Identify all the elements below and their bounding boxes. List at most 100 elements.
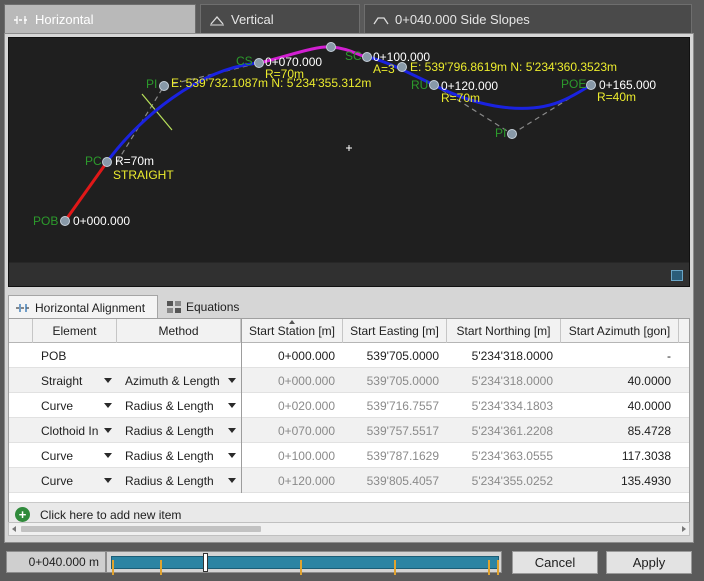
element-dropdown-icon[interactable] <box>99 368 117 393</box>
editor-tabs: Horizontal Alignment Equations <box>8 293 690 319</box>
scroll-thumb[interactable] <box>21 526 261 532</box>
table-row[interactable]: POB 0+000.000 539'705.0000 5'234'318.000… <box>9 343 689 368</box>
scroll-right-icon[interactable] <box>682 526 686 532</box>
pob-node[interactable] <box>60 216 70 226</box>
header-element[interactable]: Element <box>33 319 117 343</box>
cs-node[interactable] <box>254 58 264 68</box>
table-row[interactable]: Curve Radius & Length 0+120.000 539'805.… <box>9 468 689 493</box>
table-row[interactable]: Curve Radius & Length 0+020.000 539'716.… <box>9 393 689 418</box>
horizontal-scrollbar[interactable] <box>8 522 690 536</box>
header-start-station[interactable]: Start Station [m] <box>241 319 343 343</box>
cross-section-marker <box>141 93 173 131</box>
cell-easting: 539'705.0000 <box>366 348 439 363</box>
pi-label-1: PI <box>146 77 157 91</box>
ru-radius: R=70m <box>441 91 480 105</box>
alignment-panel: POB 0+000.000 PC R=70m STRAIGHT PI E: 53… <box>4 33 694 543</box>
cell-easting: 539'787.1629 <box>366 448 439 463</box>
pc-type: STRAIGHT <box>113 168 174 182</box>
ru-label: RU <box>411 78 428 92</box>
header-start-azimuth[interactable]: Start Azimuth [gon] <box>561 319 679 343</box>
add-item-label: Click here to add new item <box>40 507 182 522</box>
cell-easting: 539'805.4057 <box>366 473 439 488</box>
method-dropdown-icon[interactable] <box>223 368 241 393</box>
method-dropdown-icon[interactable] <box>223 468 241 493</box>
cancel-button[interactable]: Cancel <box>512 551 598 574</box>
pc-radius: R=70m <box>115 154 154 168</box>
station-field[interactable]: 0+040.000 m <box>6 551 106 573</box>
ru-node[interactable] <box>429 80 439 90</box>
crosshair-icon <box>346 145 352 151</box>
element-dropdown-icon[interactable] <box>99 468 117 493</box>
poe-label: POE <box>561 77 586 91</box>
alignment-table: Element Method Start Station [m] Start E… <box>8 318 690 532</box>
alignment-icon <box>15 301 31 315</box>
pi-node-2[interactable] <box>507 129 517 139</box>
equations-icon <box>166 300 182 314</box>
poe-node[interactable] <box>586 80 596 90</box>
view-tabs: Horizontal Vertical 0+040.000 Side Slope… <box>4 4 694 34</box>
header-indicator <box>9 319 33 343</box>
sc-label: SC <box>345 49 362 63</box>
tab-side-slopes-label: 0+040.000 Side Slopes <box>395 12 530 27</box>
header-method[interactable]: Method <box>117 319 241 343</box>
plan-view[interactable]: POB 0+000.000 PC R=70m STRAIGHT PI E: 53… <box>8 37 690 287</box>
straight-segment <box>63 161 109 222</box>
cell-easting: 539'757.5517 <box>366 423 439 438</box>
slider-tick <box>112 560 114 575</box>
element-dropdown-icon[interactable] <box>99 393 117 418</box>
element-dropdown-icon[interactable] <box>99 418 117 443</box>
cell-northing: 5'234'355.0252 <box>471 473 553 488</box>
station-slider[interactable] <box>106 551 502 575</box>
cell-station: 0+120.000 <box>277 473 335 488</box>
cell-azimuth[interactable]: 85.4728 <box>561 418 679 443</box>
method-dropdown-icon[interactable] <box>223 418 241 443</box>
cell-station: 0+000.000 <box>277 373 335 388</box>
tab-side-slopes[interactable]: 0+040.000 Side Slopes <box>364 4 692 34</box>
cell-azimuth[interactable]: 40.0000 <box>561 393 679 418</box>
table-header: Element Method Start Station [m] Start E… <box>9 319 689 343</box>
cell-northing: 5'234'363.0555 <box>471 448 553 463</box>
slider-tick <box>497 560 499 575</box>
tab-horizontal[interactable]: Horizontal <box>4 4 196 34</box>
horizontal-alignment-icon <box>13 13 29 27</box>
clothoid-pi-node[interactable] <box>326 42 336 52</box>
tab-vertical[interactable]: Vertical <box>200 4 360 34</box>
scroll-left-icon[interactable] <box>12 526 16 532</box>
cell-northing: 5'234'361.2208 <box>471 423 553 438</box>
method-dropdown-icon[interactable] <box>223 393 241 418</box>
tab-equations[interactable]: Equations <box>160 295 250 319</box>
sc-node[interactable] <box>362 52 372 62</box>
element-dropdown-icon[interactable] <box>99 443 117 468</box>
sc-clothoid: A=3 <box>373 62 395 76</box>
cell-method <box>117 343 241 368</box>
pi-node-1[interactable] <box>159 81 169 91</box>
cell-azimuth[interactable]: 135.4930 <box>561 468 679 493</box>
cell-northing: 5'234'318.0000 <box>471 348 553 363</box>
tab-horizontal-alignment[interactable]: Horizontal Alignment <box>8 295 158 319</box>
sort-ascending-icon <box>289 320 295 324</box>
table-row[interactable]: Curve Radius & Length 0+100.000 539'787.… <box>9 443 689 468</box>
slider-tick <box>394 560 396 575</box>
header-start-northing[interactable]: Start Northing [m] <box>447 319 561 343</box>
pc-node[interactable] <box>102 157 112 167</box>
cell-azimuth[interactable]: 40.0000 <box>561 368 679 393</box>
slider-tick <box>300 560 302 575</box>
method-dropdown-icon[interactable] <box>223 443 241 468</box>
tab-equations-label: Equations <box>186 300 240 314</box>
cell-azimuth[interactable]: 117.3038 <box>561 443 679 468</box>
cursor-coords: E: 539'796.8619m N: 5'234'360.3523m <box>410 60 617 74</box>
table-row[interactable]: Clothoid In Radius & Length 0+070.000 53… <box>9 418 689 443</box>
view-toggle-icon[interactable] <box>671 270 683 281</box>
header-start-easting[interactable]: Start Easting [m] <box>343 319 447 343</box>
poe-radius: R=40m <box>597 90 636 104</box>
alignment-plan: POB 0+000.000 PC R=70m STRAIGHT PI E: 53… <box>33 42 656 228</box>
table-row[interactable]: Straight Azimuth & Length 0+000.000 539'… <box>9 368 689 393</box>
add-icon[interactable]: + <box>15 507 30 522</box>
slider-thumb[interactable] <box>203 553 209 572</box>
slider-tick <box>160 560 162 575</box>
cs-label: CS <box>236 54 253 68</box>
pob-station: 0+000.000 <box>73 214 130 228</box>
apply-button[interactable]: Apply <box>606 551 692 574</box>
slider-track[interactable] <box>111 556 499 575</box>
view-status-strip <box>9 262 689 286</box>
